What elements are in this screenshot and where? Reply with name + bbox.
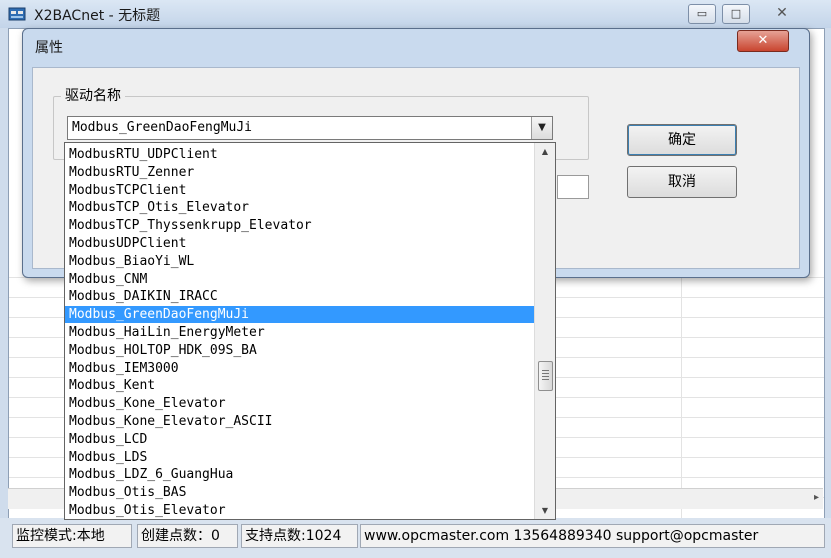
minimize-icon: ▭ bbox=[696, 7, 708, 20]
status-supported-points: 支持点数:1024 bbox=[241, 524, 358, 548]
scroll-down-icon[interactable]: ▼ bbox=[535, 506, 555, 515]
dropdown-item[interactable]: Modbus_LDS bbox=[65, 449, 535, 466]
window-close-button[interactable]: ✕ bbox=[760, 4, 804, 22]
grip-icon bbox=[542, 370, 549, 380]
maximize-icon: □ bbox=[730, 7, 742, 20]
dropdown-item[interactable]: ModbusTCP_Thyssenkrupp_Elevator bbox=[65, 217, 535, 234]
dropdown-item[interactable]: Modbus_LDZ_6_GuangHua bbox=[65, 466, 535, 483]
status-mode: 监控模式:本地 bbox=[12, 524, 132, 548]
scroll-right-icon[interactable]: ▸ bbox=[814, 492, 819, 503]
dropdown-item[interactable]: Modbus_IEM3000 bbox=[65, 360, 535, 377]
combobox-value: Modbus_GreenDaoFengMuJi bbox=[72, 120, 253, 135]
main-titlebar: X2BACnet - 无标题 ▭ □ ✕ bbox=[0, 0, 831, 28]
combobox-dropdown-button[interactable]: ▼ bbox=[531, 117, 552, 139]
status-created-points: 创建点数：0 bbox=[137, 524, 238, 548]
dropdown-vertical-scrollbar[interactable]: ▲ ▼ bbox=[534, 143, 555, 519]
status-contact: www.opcmaster.com 13564889340 support@op… bbox=[360, 524, 825, 548]
dropdown-item[interactable]: Modbus_HOLTOP_HDK_09S_BA bbox=[65, 342, 535, 359]
maximize-button[interactable]: □ bbox=[722, 4, 750, 24]
close-icon: ✕ bbox=[757, 33, 769, 48]
dropdown-item[interactable]: ModbusRTU_Zenner bbox=[65, 164, 535, 181]
driver-dropdown-list[interactable]: ModbusRTU_UDPClient ModbusRTU_Zenner Modbu… bbox=[64, 142, 556, 520]
dropdown-item[interactable]: Modbus_HaiLin_EnergyMeter bbox=[65, 324, 535, 341]
dropdown-item[interactable]: Modbus_Kone_Elevator_ASCII bbox=[65, 413, 535, 430]
minimize-button[interactable]: ▭ bbox=[688, 4, 716, 24]
driver-name-combobox[interactable]: Modbus_GreenDaoFengMuJi ▼ bbox=[67, 116, 553, 140]
dropdown-item[interactable]: Modbus_Kent bbox=[65, 377, 535, 394]
cancel-button[interactable]: 取消 bbox=[627, 166, 737, 198]
secondary-input-field[interactable] bbox=[557, 175, 589, 199]
chevron-down-icon: ▼ bbox=[538, 122, 546, 133]
dropdown-item[interactable]: Modbus_GreenDaoFengMuJi bbox=[65, 306, 535, 324]
close-icon: ✕ bbox=[776, 5, 788, 21]
status-bar: 监控模式:本地 创建点数：0 支持点数:1024 www.opcmaster.c… bbox=[0, 518, 831, 558]
dropdown-item[interactable]: ModbusRTU_UDPClient bbox=[65, 146, 535, 163]
window-title: X2BACnet - 无标题 bbox=[34, 8, 161, 24]
app-window-icon bbox=[8, 7, 26, 21]
dropdown-item[interactable]: ModbusUDPClient bbox=[65, 235, 535, 252]
dialog-title: 属性 bbox=[35, 40, 63, 56]
dropdown-item[interactable]: Modbus_Kone_Elevator bbox=[65, 395, 535, 412]
ok-button[interactable]: 确定 bbox=[627, 124, 737, 156]
driver-name-label: 驱动名称 bbox=[61, 85, 125, 105]
scroll-thumb[interactable] bbox=[538, 361, 553, 391]
dropdown-item[interactable]: Modbus_LCD bbox=[65, 431, 535, 448]
dropdown-item[interactable]: Modbus_Otis_BAS bbox=[65, 484, 535, 501]
scroll-up-icon[interactable]: ▲ bbox=[535, 147, 555, 156]
dropdown-item[interactable]: ModbusTCPClient bbox=[65, 182, 535, 199]
dropdown-item[interactable]: ModbusTCP_Otis_Elevator bbox=[65, 199, 535, 216]
dropdown-item[interactable]: Modbus_CNM bbox=[65, 271, 535, 288]
dropdown-item[interactable]: Modbus_Otis_Elevator bbox=[65, 502, 535, 519]
dialog-close-button[interactable]: ✕ bbox=[737, 30, 789, 52]
dropdown-item[interactable]: Modbus_DAIKIN_IRACC bbox=[65, 288, 535, 305]
dropdown-item[interactable]: Modbus_BiaoYi_WL bbox=[65, 253, 535, 270]
